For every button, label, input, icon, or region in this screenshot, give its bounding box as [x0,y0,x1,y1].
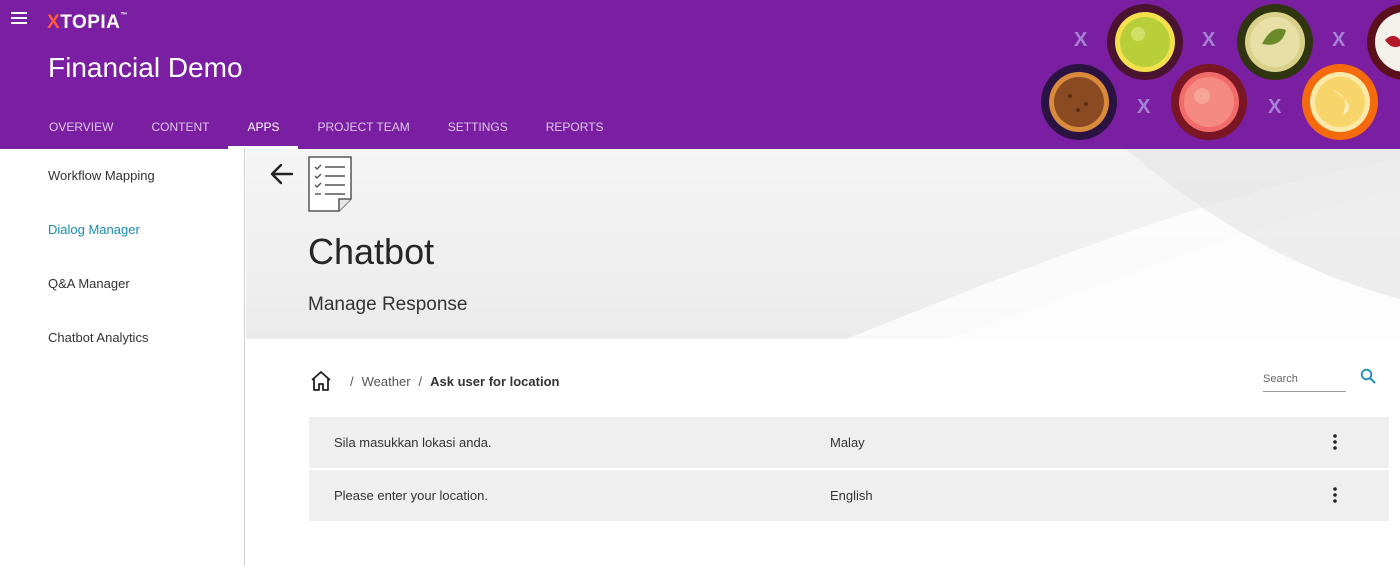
sidebar-item-workflow-mapping[interactable]: Workflow Mapping [48,168,155,183]
logo: XTOPIA™ [47,12,128,33]
tab-overview[interactable]: OVERVIEW [30,108,132,149]
main-tabs: OVERVIEW CONTENT APPS PROJECT TEAM SETTI… [30,108,623,149]
svg-text:X: X [1202,29,1216,51]
search-icon[interactable] [1360,368,1376,384]
svg-text:X: X [1074,29,1088,51]
decorative-macarons-icon: X X X X X [1041,4,1400,140]
response-text: Please enter your location. [334,488,488,503]
app-header: XTOPIA™ Financial Demo OVERVIEW CONTENT … [0,0,1400,149]
responses-table: Sila masukkan lokasi anda. Malay Please … [309,417,1389,523]
response-text: Sila masukkan lokasi anda. [334,435,492,450]
more-vert-icon[interactable] [1327,433,1343,451]
search-input[interactable] [1263,368,1346,390]
svg-text:X: X [1137,96,1151,118]
breadcrumb-separator: / [418,373,423,389]
sidebar-item-chatbot-analytics[interactable]: Chatbot Analytics [48,330,148,345]
menu-icon[interactable] [11,12,27,24]
table-row[interactable]: Sila masukkan lokasi anda. Malay [309,417,1389,469]
response-language: English [830,488,873,503]
search-field [1263,368,1346,392]
sidebar: Workflow Mapping Dialog Manager Q&A Mana… [0,149,245,566]
app-title: Financial Demo [48,52,243,83]
back-arrow-icon[interactable] [268,160,296,188]
breadcrumb: / Weather / Ask user for location [310,368,559,394]
sidebar-item-qa-manager[interactable]: Q&A Manager [48,276,130,291]
svg-text:X: X [1268,96,1282,118]
breadcrumb-separator: / [350,373,354,389]
page-subtitle: Manage Response [308,294,468,315]
page-title: Chatbot [308,231,435,272]
tab-reports[interactable]: REPORTS [527,108,623,149]
home-icon[interactable] [310,370,332,392]
table-row[interactable]: Please enter your location. English [309,470,1389,522]
sidebar-item-dialog-manager[interactable]: Dialog Manager [48,222,140,237]
breadcrumb-item-weather[interactable]: Weather [362,374,411,389]
hero-banner: Chatbot Manage Response [246,149,1400,339]
tab-apps[interactable]: APPS [228,108,299,149]
tab-content[interactable]: CONTENT [132,108,228,149]
tab-settings[interactable]: SETTINGS [429,108,527,149]
response-language: Malay [830,435,865,450]
svg-text:X: X [1332,29,1346,51]
more-vert-icon[interactable] [1327,486,1343,504]
document-checklist-icon [308,156,352,212]
tab-project-team[interactable]: PROJECT TEAM [298,108,428,149]
breadcrumb-item-current: Ask user for location [430,373,560,389]
